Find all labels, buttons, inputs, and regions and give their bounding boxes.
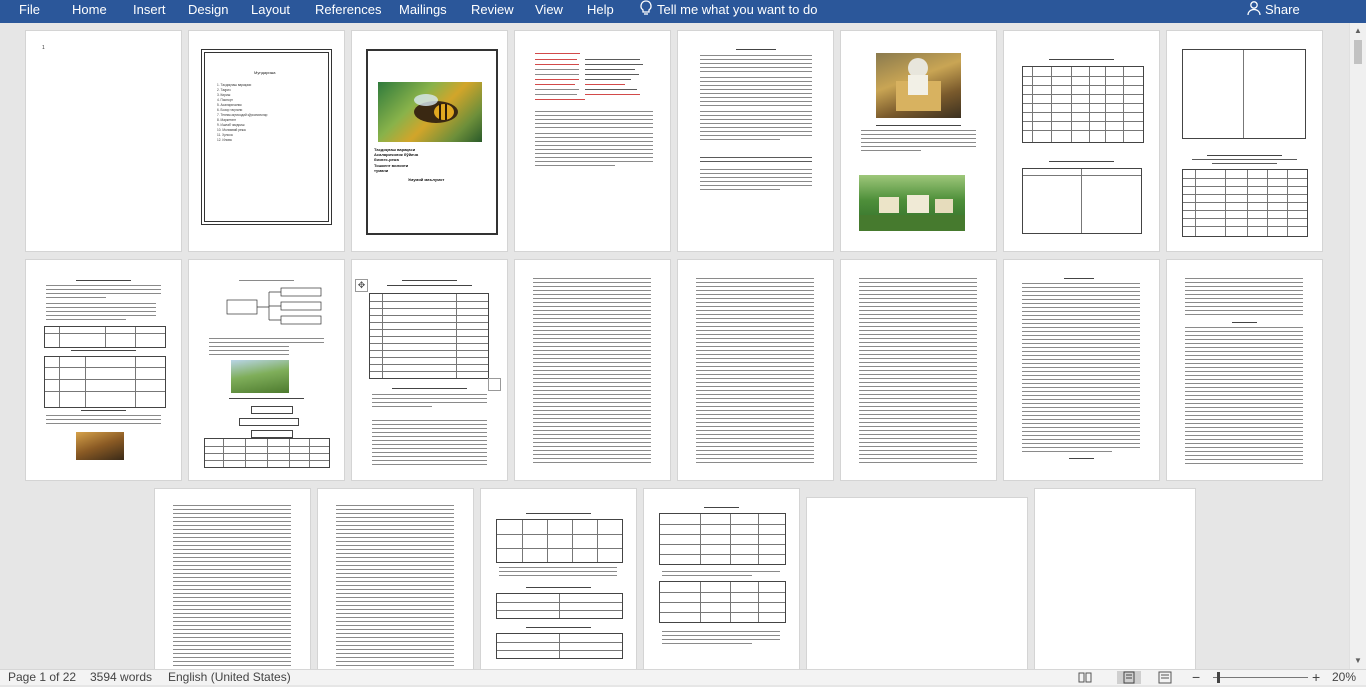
page-thumbnail-17[interactable] xyxy=(155,489,310,669)
honey-photo xyxy=(76,432,124,460)
table xyxy=(1022,66,1144,143)
page-thumbnail-18[interactable] xyxy=(318,489,473,669)
table-of-contents: 1. Тасдиқлаш варақаси 2. Тақриз 3. Кириш… xyxy=(217,83,307,143)
web-layout-icon[interactable] xyxy=(1156,671,1174,684)
table xyxy=(44,326,166,348)
table-resize-handle[interactable] xyxy=(488,378,501,391)
minus-icon[interactable]: − xyxy=(1192,670,1200,686)
page-thumbnail-19[interactable] xyxy=(481,489,636,669)
tab-file[interactable]: File xyxy=(19,0,40,23)
bee-photo xyxy=(378,82,482,142)
tab-home[interactable]: Home xyxy=(72,0,107,23)
cover-footer: Умумий маълумот xyxy=(408,177,445,182)
print-layout-icon[interactable] xyxy=(1117,671,1141,684)
tell-me-label: Tell me what you want to do xyxy=(657,2,818,17)
tab-view[interactable]: View xyxy=(535,0,563,23)
language-indicator[interactable]: English (United States) xyxy=(168,670,291,686)
share-button[interactable]: Share xyxy=(1247,0,1300,23)
table xyxy=(659,513,786,565)
org-chart-diagram xyxy=(209,286,327,332)
tell-me-box[interactable]: Tell me what you want to do xyxy=(639,0,817,23)
table xyxy=(1022,168,1142,234)
document-canvas[interactable]: 1 Мундарижа 1. Тасдиқлаш варақаси 2. Тақ… xyxy=(0,23,1349,669)
zoom-level[interactable]: 20% xyxy=(1332,670,1356,686)
page-thumbnail-9[interactable] xyxy=(26,260,181,480)
tab-insert[interactable]: Insert xyxy=(133,0,166,23)
share-label: Share xyxy=(1265,2,1300,17)
zoom-slider[interactable] xyxy=(1213,677,1308,678)
tab-mailings[interactable]: Mailings xyxy=(399,0,447,23)
cover-line: тумани xyxy=(374,167,389,173)
page-thumbnail-21[interactable] xyxy=(807,498,1027,669)
cover-title: Тасдиқлаш варақаси Асаларичилик бўйича б… xyxy=(374,147,486,173)
diagram-box xyxy=(251,406,293,414)
page-thumbnail-7[interactable] xyxy=(1004,31,1159,251)
toc-title: Мундарижа xyxy=(254,70,276,75)
beekeeper-photo xyxy=(876,53,961,118)
table xyxy=(44,356,166,408)
table xyxy=(1182,169,1308,237)
page-thumbnail-20[interactable] xyxy=(644,489,799,669)
page-thumbnail-22[interactable] xyxy=(1035,489,1195,669)
tab-design[interactable]: Design xyxy=(188,0,228,23)
person-icon xyxy=(1247,0,1265,22)
status-bar: Page 1 of 22 3594 words English (United … xyxy=(0,669,1366,685)
page-thumbnail-16[interactable] xyxy=(1167,260,1322,480)
page-thumbnail-8[interactable] xyxy=(1167,31,1322,251)
page-thumbnail-12[interactable] xyxy=(515,260,670,480)
word-count[interactable]: 3594 words xyxy=(90,670,152,686)
move-handle-icon[interactable]: ✥ xyxy=(355,279,368,292)
diagram-box xyxy=(251,430,293,438)
page-thumbnail-6[interactable] xyxy=(841,31,996,251)
table xyxy=(496,519,623,563)
plus-icon[interactable]: + xyxy=(1312,670,1320,686)
scroll-thumb[interactable] xyxy=(1354,40,1362,64)
page-thumbnail-13[interactable] xyxy=(678,260,833,480)
zoom-slider-thumb[interactable] xyxy=(1217,672,1221,683)
read-mode-icon[interactable] xyxy=(1076,671,1094,684)
field-photo xyxy=(231,360,289,393)
page-thumbnail-3[interactable]: Тасдиқлаш варақаси Асаларичилик бўйича б… xyxy=(352,31,507,251)
table xyxy=(1182,49,1306,139)
table xyxy=(204,438,330,468)
page-thumbnail-5[interactable] xyxy=(678,31,833,251)
apiary-photo xyxy=(859,175,965,231)
scroll-down-icon[interactable]: ▼ xyxy=(1350,653,1366,669)
tab-references[interactable]: References xyxy=(315,0,381,23)
table xyxy=(496,593,623,619)
ribbon-bar: File Home Insert Design Layout Reference… xyxy=(0,0,1366,23)
table xyxy=(369,293,489,379)
lightbulb-icon xyxy=(639,0,657,22)
page-thumbnail-1[interactable]: 1 xyxy=(26,31,181,251)
page-thumbnail-11[interactable]: ✥ xyxy=(352,260,507,480)
toc-item: 12. Илова xyxy=(217,138,232,142)
page-thumbnail-15[interactable] xyxy=(1004,260,1159,480)
vertical-scrollbar[interactable]: ▲ ▼ xyxy=(1349,23,1366,669)
table xyxy=(496,633,623,659)
tab-help[interactable]: Help xyxy=(587,0,614,23)
page-thumbnail-2[interactable]: Мундарижа 1. Тасдиқлаш варақаси 2. Тақри… xyxy=(189,31,344,251)
page-thumbnail-10[interactable] xyxy=(189,260,344,480)
scroll-up-icon[interactable]: ▲ xyxy=(1350,23,1366,39)
page-thumbnail-4[interactable] xyxy=(515,31,670,251)
page-thumbnail-14[interactable] xyxy=(841,260,996,480)
page-count[interactable]: Page 1 of 22 xyxy=(8,670,76,686)
table xyxy=(659,581,786,623)
tab-layout[interactable]: Layout xyxy=(251,0,290,23)
tab-review[interactable]: Review xyxy=(471,0,514,23)
diagram-box xyxy=(239,418,299,426)
page-number: 1 xyxy=(42,45,45,51)
